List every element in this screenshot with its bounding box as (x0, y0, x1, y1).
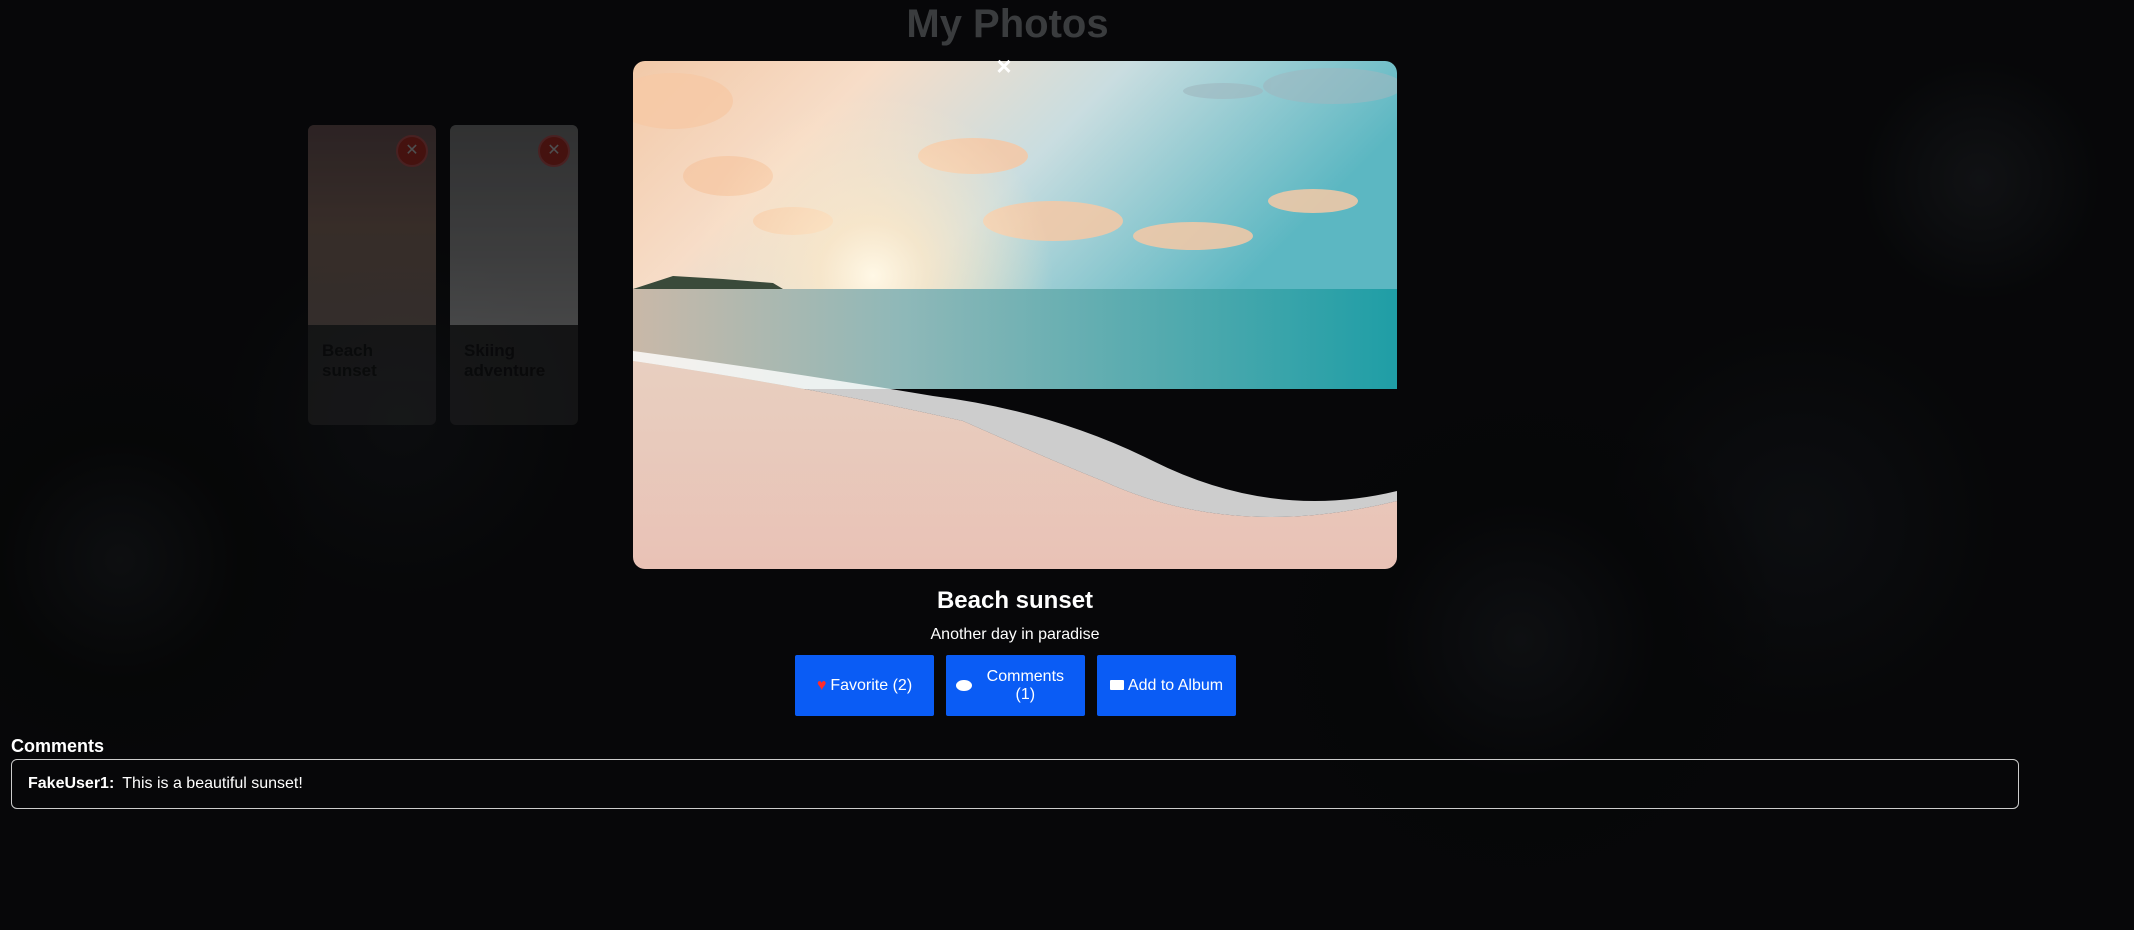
folder-icon (1109, 679, 1124, 690)
add-to-album-button[interactable]: Add to Album (1097, 655, 1236, 716)
modal-action-bar: ♥ Favorite (2) Comments (1) Add to Album (795, 655, 1236, 716)
modal-photo (633, 61, 1397, 569)
favorite-label: Favorite (2) (830, 676, 913, 694)
close-modal-button[interactable]: × (992, 52, 1016, 80)
heart-icon: ♥ (816, 676, 827, 694)
comment-text: This is a beautiful sunset! (122, 775, 303, 792)
comments-button[interactable]: Comments (1) (946, 655, 1085, 716)
modal-photo-title: Beach sunset (936, 587, 1094, 614)
speech-bubble-icon (956, 680, 972, 691)
comment-item: FakeUser1: This is a beautiful sunset! (11, 759, 2019, 809)
comment-author: FakeUser1: (28, 775, 115, 792)
comments-label: Comments (1) (986, 667, 1065, 703)
modal-photo-description: Another day in paradise (930, 626, 1100, 643)
comments-heading: Comments (11, 736, 105, 756)
add-to-album-label: Add to Album (1127, 676, 1224, 694)
favorite-button[interactable]: ♥ Favorite (2) (795, 655, 934, 716)
